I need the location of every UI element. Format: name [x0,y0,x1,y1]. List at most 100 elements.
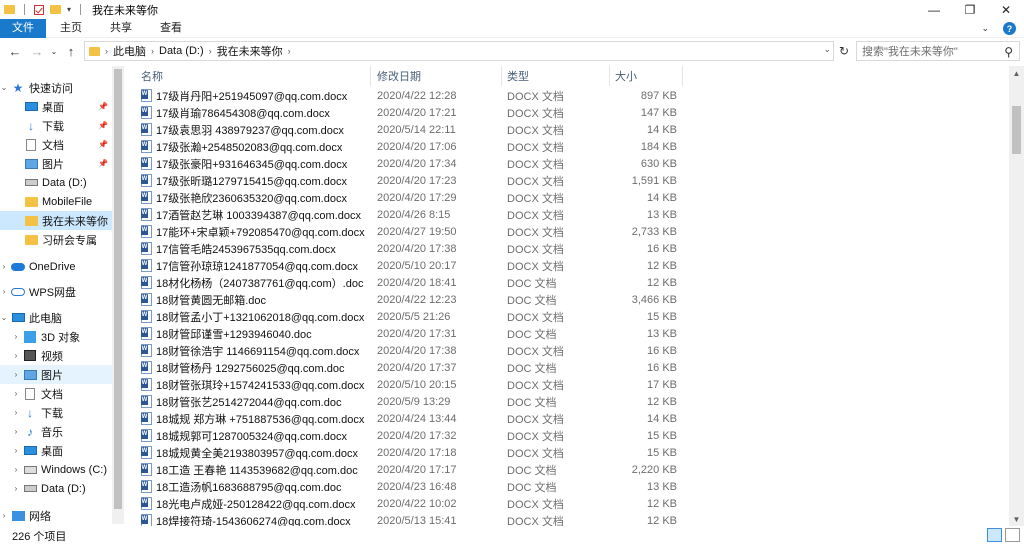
sidebar-item-music[interactable]: › ♪ 音乐 [0,422,112,441]
expand-chevron-icon[interactable]: › [0,287,8,296]
file-row[interactable]: 18光电卢成娅-250128422@qq.com.docx 2020/4/22 1… [125,495,1009,512]
sidebar-item-data-drive[interactable]: Data (D:) [0,173,112,192]
sidebar-item-onedrive[interactable]: › OneDrive [0,257,112,276]
expand-chevron-icon[interactable]: › [12,446,20,455]
column-divider[interactable] [682,66,683,86]
file-row[interactable]: 17级肖瑜786454308@qq.com.docx 2020/4/20 17:2… [125,104,1009,121]
file-row[interactable]: 17级张瀚+2548502083@qq.com.docx 2020/4/20 17… [125,138,1009,155]
file-row[interactable]: 18财管杨丹 1292756025@qq.com.doc 2020/4/20 17… [125,359,1009,376]
close-button[interactable]: ✕ [988,0,1024,19]
expand-chevron-icon[interactable]: › [0,511,8,520]
sidebar-item-pc-pictures[interactable]: › 图片 [0,365,112,384]
sidebar-item-desktop[interactable]: 桌面 📌 [0,97,112,116]
properties-icon[interactable] [34,4,44,15]
file-row[interactable]: 18财管黄圆无邮箱.doc 2020/4/22 12:23 DOC 文档 3,466 … [125,291,1009,308]
column-divider[interactable] [501,66,502,86]
scrollbar-thumb[interactable] [1012,106,1021,154]
column-divider[interactable] [370,66,371,86]
column-header-size[interactable]: 大小 [615,66,637,86]
refresh-button[interactable]: ↻ [835,41,853,61]
chevron-right-icon[interactable]: › [105,46,108,56]
sidebar-item-mobilefile[interactable]: MobileFile [0,192,112,211]
collapse-chevron-icon[interactable]: ⌄ [0,313,8,322]
file-row[interactable]: 17信管毛皓2453967535qq.com.docx 2020/4/20 17:… [125,240,1009,257]
tab-share[interactable]: 共享 [96,19,146,38]
file-row[interactable]: 18工造汤帆1683688795@qq.com.doc 2020/4/23 16:… [125,478,1009,495]
file-row[interactable]: 18财管孟小丁+1321062018@qq.com.docx 2020/5/5 2… [125,308,1009,325]
file-row[interactable]: 18财管徐浩宇 1146691154@qq.com.docx 2020/4/20 … [125,342,1009,359]
expand-chevron-icon[interactable]: › [12,465,20,474]
file-row[interactable]: 18财管张艺2514272044@qq.com.doc 2020/5/9 13:2… [125,393,1009,410]
expand-chevron-icon[interactable]: › [12,389,20,398]
expand-chevron-icon[interactable]: › [12,370,20,379]
sidebar-item-network[interactable]: › 网络 [0,506,112,525]
breadcrumb-current-folder[interactable]: 我在未来等你 [217,43,283,59]
sidebar-item-pictures[interactable]: 图片 📌 [0,154,112,173]
column-header-name[interactable]: 名称 [141,66,163,86]
chevron-right-icon[interactable]: › [288,46,291,56]
chevron-right-icon[interactable]: › [151,46,154,56]
minimize-button[interactable]: — [916,0,952,19]
navigation-pane-scrollbar[interactable] [112,66,124,524]
tab-home[interactable]: 主页 [46,19,96,38]
file-row[interactable]: 18城规郭可1287005324@qq.com.docx 2020/4/20 17… [125,427,1009,444]
expand-chevron-icon[interactable]: › [12,484,20,493]
expand-ribbon-chevron-icon[interactable]: ⌄ [981,23,989,34]
breadcrumb-this-pc[interactable]: 此电脑 [113,43,146,59]
details-view-button[interactable] [987,528,1002,542]
forward-button[interactable]: → [26,40,48,62]
sidebar-item-3d-objects[interactable]: › 3D 对象 [0,327,112,346]
sidebar-item-this-pc[interactable]: ⌄ 此电脑 [0,308,112,327]
sidebar-item-downloads[interactable]: ↓ 下载 📌 [0,116,112,135]
file-row[interactable]: 18财管张琪玲+1574241533@qq.com.docx 2020/5/10 … [125,376,1009,393]
scroll-up-arrow-icon[interactable]: ▲ [1009,66,1024,80]
scrollbar-thumb[interactable] [114,69,122,509]
file-row[interactable]: 18焊接符琦-1543606274@qq.com.docx 2020/5/13 1… [125,512,1009,526]
help-icon[interactable]: ? [1003,22,1016,35]
sidebar-item-pc-downloads[interactable]: › ↓ 下载 [0,403,112,422]
file-row[interactable]: 17级张昕璐1279715415@qq.com.docx 2020/4/20 17… [125,172,1009,189]
back-button[interactable]: ← [4,40,26,62]
sidebar-item-pc-desktop[interactable]: › 桌面 [0,441,112,460]
column-divider[interactable] [609,66,610,86]
expand-chevron-icon[interactable]: › [0,262,8,271]
sidebar-item-xiyanhui[interactable]: 习研会专属 [0,230,112,249]
search-input[interactable]: 搜索"我在未来等你" ⚲ [856,41,1020,61]
recent-locations-chevron-icon[interactable]: ⌄ [48,40,60,62]
file-row[interactable]: 17级袁思羽 438979237@qq.com.docx 2020/5/14 22… [125,121,1009,138]
sidebar-item-quick-access[interactable]: ⌄ ★ 快速访问 [0,78,112,97]
file-list-scrollbar[interactable]: ▲ ▼ [1009,66,1024,526]
column-header-type[interactable]: 类型 [507,66,529,86]
sidebar-item-current-folder[interactable]: 我在未来等你 [0,211,112,230]
expand-chevron-icon[interactable]: › [12,351,20,360]
expand-chevron-icon[interactable]: › [12,408,20,417]
customize-toolbar-chevron-icon[interactable]: ▾ [67,5,71,14]
file-row[interactable]: 17级肖丹阳+251945097@qq.com.docx 2020/4/22 12… [125,87,1009,104]
sidebar-item-windows-drive[interactable]: › Windows (C:) [0,460,112,479]
file-row[interactable]: 17能环+宋卓颖+792085470@qq.com.docx 2020/4/27 … [125,223,1009,240]
sidebar-item-pc-data-drive[interactable]: › Data (D:) [0,479,112,498]
large-icons-view-button[interactable] [1005,528,1020,542]
sidebar-item-pc-documents[interactable]: › 文档 [0,384,112,403]
file-row[interactable]: 18城规 郑方琳 +751887536@qq.com.docx 2020/4/24… [125,410,1009,427]
file-row[interactable]: 18材化杨杨（2407387761@qq.com）.doc 2020/4/20 1… [125,274,1009,291]
collapse-chevron-icon[interactable]: ⌄ [0,83,8,92]
address-history-chevron-icon[interactable]: ⌄ [823,44,831,55]
file-row[interactable]: 18城规黄全美2193803957@qq.com.docx 2020/4/20 1… [125,444,1009,461]
breadcrumb-data-drive[interactable]: Data (D:) [159,45,204,57]
sidebar-item-wps[interactable]: › WPS网盘 [0,282,112,301]
scroll-down-arrow-icon[interactable]: ▼ [1009,512,1024,526]
tab-view[interactable]: 查看 [146,19,196,38]
expand-chevron-icon[interactable]: › [12,427,20,436]
new-folder-icon[interactable] [50,5,61,14]
file-row[interactable]: 18财管邱谨雪+1293946040.doc 2020/4/20 17:31 DOC… [125,325,1009,342]
maximize-button[interactable]: ❐ [952,0,988,19]
tab-file[interactable]: 文件 [0,18,46,38]
sidebar-item-videos[interactable]: › 视频 [0,346,112,365]
file-row[interactable]: 17信管孙琼琼1241877054@qq.com.docx 2020/5/10 2… [125,257,1009,274]
address-bar[interactable]: › 此电脑 › Data (D:) › 我在未来等你 › ⌄ [84,41,834,61]
column-header-date[interactable]: 修改日期 [377,66,421,86]
up-button[interactable]: ↑ [60,40,82,62]
file-row[interactable]: 17酒管赵艺琳 1003394387@qq.com.docx 2020/4/26 … [125,206,1009,223]
expand-chevron-icon[interactable]: › [12,332,20,341]
